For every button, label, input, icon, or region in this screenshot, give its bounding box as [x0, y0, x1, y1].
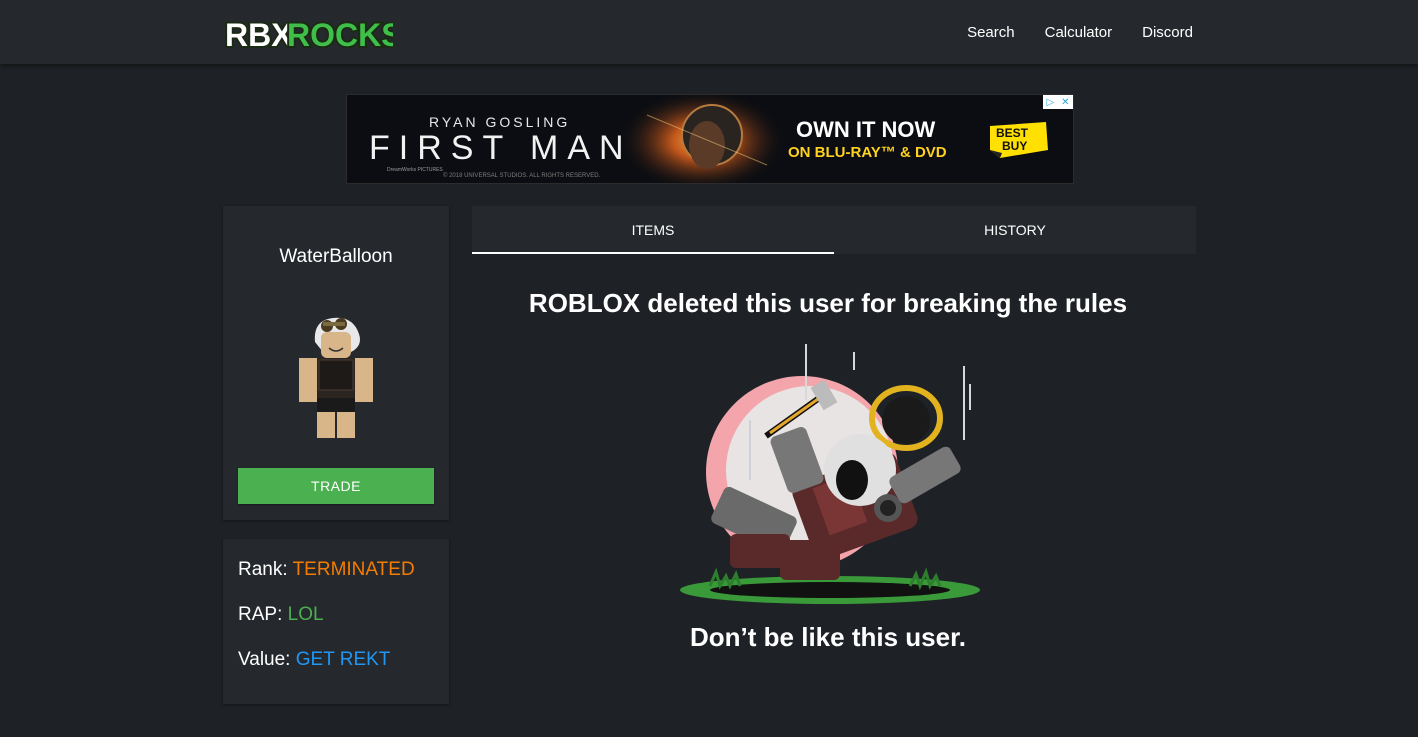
- deleted-headline: ROBLOX deleted this user for breaking th…: [528, 288, 1128, 318]
- ad-studio-logo: DreamWorks PICTURES: [387, 167, 443, 173]
- stat-rap: RAP: LOL: [238, 604, 324, 626]
- bestbuy-logo: BEST BUY: [990, 122, 1048, 158]
- ad-cta-sub: ON BLU-RAY™ & DVD: [788, 144, 947, 161]
- nav-calculator-link[interactable]: Calculator: [1045, 24, 1113, 41]
- value-label: Value:: [238, 649, 291, 670]
- navbar: RBX RBX ROCKS ROCKS Search Calculator Di…: [0, 0, 1418, 64]
- ad-copyright: © 2018 UNIVERSAL STUDIOS. ALL RIGHTS RES…: [443, 173, 601, 179]
- username: WaterBalloon: [279, 246, 393, 267]
- tab-bar: ITEMS HISTORY: [472, 206, 1196, 254]
- stat-rank: Rank: TERMINATED: [238, 559, 415, 581]
- ad-choices-icon[interactable]: ▷ ✕: [1043, 95, 1073, 109]
- ad-actor-name: RYAN GOSLING: [429, 114, 571, 130]
- rap-label: RAP:: [238, 604, 283, 625]
- rank-value: TERMINATED: [292, 559, 415, 580]
- rap-value: LOL: [287, 604, 324, 625]
- tab-history[interactable]: HISTORY: [834, 206, 1196, 254]
- banned-user-illustration: [680, 344, 980, 604]
- tab-items[interactable]: ITEMS: [472, 206, 834, 254]
- rbxrocks-logo[interactable]: RBX RBX ROCKS ROCKS: [223, 15, 393, 51]
- rank-label: Rank:: [238, 559, 288, 580]
- nav-links: Search Calculator Discord: [937, 0, 1193, 64]
- warning-subline: Don’t be like this user.: [690, 622, 966, 652]
- value-value: GET REKT: [295, 649, 391, 670]
- svg-text:BUY: BUY: [1002, 139, 1027, 153]
- trade-button[interactable]: TRADE: [238, 468, 434, 504]
- svg-text:BEST: BEST: [996, 126, 1029, 140]
- stat-value: Value: GET REKT: [238, 649, 390, 671]
- ad-movie-title: FIRST MAN: [369, 129, 633, 167]
- avatar: [299, 317, 373, 438]
- svg-text:ROCKS: ROCKS: [287, 17, 393, 51]
- ad-banner[interactable]: RYAN GOSLING FIRST MAN DreamWorks PICTUR…: [346, 94, 1074, 184]
- profile-card: WaterBalloon TRADE: [223, 206, 449, 520]
- svg-text:RBX: RBX: [225, 17, 293, 51]
- nav-discord-link[interactable]: Discord: [1142, 24, 1193, 41]
- stats-card: Rank: TERMINATED RAP: LOL Value: GET REK…: [223, 539, 449, 704]
- ad-cta-main: OWN IT NOW: [796, 117, 936, 142]
- nav-search-link[interactable]: Search: [967, 24, 1015, 41]
